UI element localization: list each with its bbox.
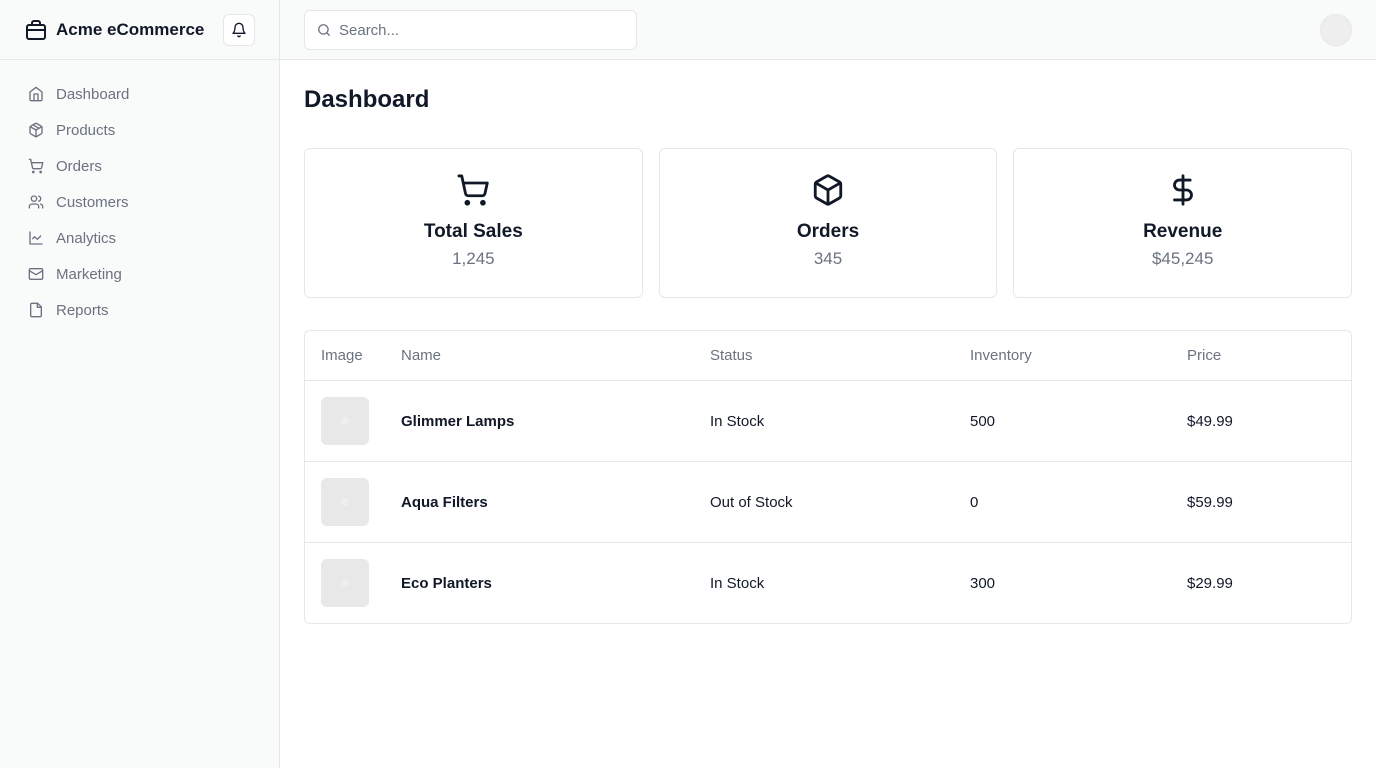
stat-card-title: Revenue	[1143, 221, 1223, 242]
notifications-button[interactable]	[223, 14, 255, 46]
user-avatar[interactable]	[1320, 14, 1352, 46]
product-name: Glimmer Lamps	[401, 412, 515, 430]
sidebar-item-customers[interactable]: Customers	[0, 184, 279, 220]
product-price: $29.99	[1187, 574, 1233, 592]
sidebar-item-label: Orders	[56, 157, 102, 175]
sidebar-item-dashboard[interactable]: Dashboard	[0, 76, 279, 112]
line-chart-icon	[29, 231, 43, 245]
product-status: In Stock	[710, 574, 765, 592]
sidebar-item-analytics[interactable]: Analytics	[0, 220, 279, 256]
package-icon	[29, 122, 43, 138]
package-icon	[813, 174, 843, 206]
column-header-name: Name	[401, 347, 442, 364]
image-cell	[305, 397, 401, 445]
sidebar-item-reports[interactable]: Reports	[0, 292, 279, 328]
image-cell	[305, 478, 401, 526]
mail-icon	[28, 268, 44, 280]
stats-cards: Total Sales 1,245 Orders 345 Revenue $45…	[304, 148, 1353, 298]
stat-card-value: 1,245	[452, 249, 495, 268]
column-header-inventory: Inventory	[970, 347, 1032, 364]
product-status: In Stock	[710, 412, 765, 430]
product-name: Eco Planters	[401, 574, 492, 592]
product-image-placeholder	[321, 559, 369, 607]
product-inventory: 300	[970, 574, 996, 592]
brand-name[interactable]: Acme eCommerce	[56, 20, 204, 40]
stat-card-value: $45,245	[1151, 249, 1214, 268]
product-status: Out of Stock	[710, 493, 793, 511]
sidebar-item-marketing[interactable]: Marketing	[0, 256, 279, 292]
sidebar-item-label: Reports	[56, 301, 109, 319]
sidebar-item-label: Dashboard	[56, 85, 130, 103]
product-inventory: 0	[970, 493, 979, 511]
column-header-price: Price	[1187, 347, 1222, 364]
column-header-image: Image	[321, 347, 363, 364]
file-icon	[30, 302, 42, 318]
table-row[interactable]: Eco Planters In Stock 300 $29.99	[305, 542, 1351, 623]
sidebar: Acme eCommerce Dashboard Products Orders…	[0, 0, 280, 768]
table-row[interactable]: Glimmer Lamps In Stock 500 $49.99	[305, 380, 1351, 461]
search-icon	[318, 24, 330, 36]
main-content: Dashboard Total Sales 1,245 Orders 345 R…	[304, 60, 1353, 624]
stat-card-revenue: Revenue $45,245	[1013, 148, 1353, 298]
dollar-icon	[1172, 174, 1193, 206]
store-logo-icon	[26, 19, 46, 40]
stat-card-title: Total Sales	[423, 221, 523, 242]
sidebar-item-label: Customers	[56, 193, 129, 211]
product-image-placeholder	[321, 478, 369, 526]
users-icon	[28, 195, 44, 209]
bell-icon	[232, 22, 246, 38]
product-price: $49.99	[1187, 412, 1233, 430]
search-box[interactable]	[304, 10, 637, 50]
sidebar-item-label: Products	[56, 121, 116, 139]
product-price: $59.99	[1187, 493, 1233, 511]
sidebar-item-orders[interactable]: Orders	[0, 148, 279, 184]
sidebar-item-label: Marketing	[56, 265, 122, 283]
stat-card-value: 345	[813, 249, 843, 268]
cart-icon	[457, 174, 490, 206]
brand-bar: Acme eCommerce	[0, 0, 279, 60]
stat-card-orders: Orders 345	[658, 148, 998, 298]
table-header-row: Image Name Status Inventory Price	[305, 331, 1351, 380]
stat-card-total-sales: Total Sales 1,245	[304, 148, 643, 298]
top-header	[280, 0, 1376, 60]
stat-card-title: Orders	[796, 221, 860, 242]
search-input[interactable]	[339, 21, 619, 39]
product-name: Aqua Filters	[401, 493, 488, 511]
image-cell	[305, 559, 401, 607]
sidebar-nav: Dashboard Products Orders Customers Anal…	[0, 60, 279, 328]
sidebar-item-products[interactable]: Products	[0, 112, 279, 148]
home-icon	[29, 86, 43, 102]
cart-icon	[28, 158, 44, 174]
sidebar-item-label: Analytics	[56, 229, 117, 247]
table-row[interactable]: Aqua Filters Out of Stock 0 $59.99	[305, 461, 1351, 542]
column-header-status: Status	[710, 347, 753, 364]
product-image-placeholder	[321, 397, 369, 445]
product-inventory: 500	[970, 412, 996, 430]
products-table: Image Name Status Inventory Price Glimme…	[304, 330, 1352, 624]
page-title: Dashboard	[304, 86, 430, 113]
